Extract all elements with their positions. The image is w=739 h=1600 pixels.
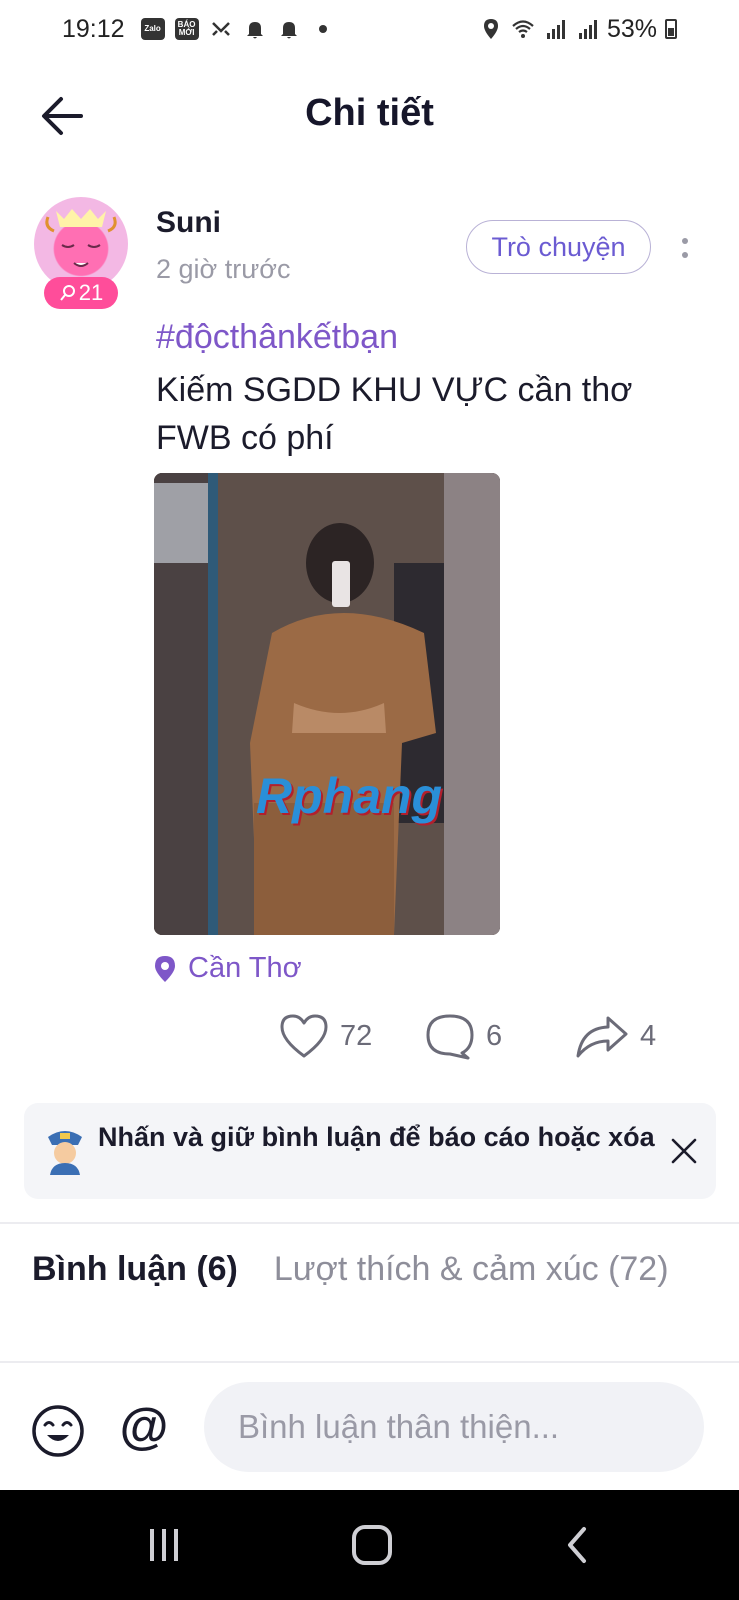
chat-button[interactable]: Trò chuyện <box>466 220 651 274</box>
recents-button[interactable] <box>134 1520 194 1570</box>
comment-bubble-icon <box>426 1014 474 1060</box>
post-text-line: Kiếm SGDD KHU VỰC cần thơ <box>156 371 633 409</box>
heart-icon <box>280 1014 328 1058</box>
baomoi-app-icon: BÁO MỚI <box>174 18 199 40</box>
dot-icon <box>318 25 327 33</box>
nav-back-button[interactable] <box>548 1520 608 1570</box>
missed-call-icon <box>211 22 230 36</box>
nav-back-icon <box>568 1527 586 1563</box>
location-tag[interactable]: Cần Thơ <box>154 952 302 985</box>
close-hint-button[interactable] <box>664 1131 704 1171</box>
status-left: 19:12 Zalo BÁO MỚI <box>62 15 335 44</box>
close-icon <box>671 1138 697 1164</box>
bell-icon <box>280 22 297 39</box>
divider <box>0 1361 739 1363</box>
recents-icon <box>150 1529 178 1561</box>
bell-icon <box>246 22 263 39</box>
hashtag-link[interactable]: #độcthânkếtbạn <box>156 318 398 357</box>
level-badge: 21 <box>44 277 118 309</box>
divider <box>0 1222 739 1224</box>
hint-text: Nhấn và giữ bình luận để báo cáo hoặc xó… <box>98 1122 655 1152</box>
more-options-button[interactable] <box>672 224 698 272</box>
post-photo <box>154 473 500 935</box>
zalo-app-icon: Zalo <box>140 18 165 40</box>
comment-button[interactable]: 6 <box>424 1010 502 1062</box>
page-title: Chi tiết <box>305 92 434 134</box>
wifi-icon <box>512 20 534 38</box>
system-nav-bar <box>0 1490 739 1600</box>
username[interactable]: Suni <box>156 206 221 240</box>
home-icon <box>352 1525 392 1565</box>
battery-percent: 53% <box>606 14 657 43</box>
tabs: Bình luận (6) Lượt thích & cảm xúc (72) <box>32 1250 669 1289</box>
status-time: 19:12 <box>62 14 125 43</box>
home-button[interactable] <box>342 1520 402 1570</box>
location-status-icon <box>483 19 498 39</box>
share-button[interactable]: 4 <box>574 1010 656 1062</box>
post-text-line: FWB có phí <box>156 419 334 457</box>
location-label: Cần Thơ <box>188 952 302 984</box>
header: Chi tiết <box>0 58 739 176</box>
more-vertical-icon <box>682 252 688 258</box>
post-timestamp: 2 giờ trước <box>156 254 291 284</box>
avatar[interactable]: 21 <box>34 197 128 309</box>
more-vertical-icon <box>682 238 688 244</box>
signal-icon <box>546 20 565 39</box>
police-icon <box>48 1131 82 1175</box>
search-person-icon <box>59 285 75 301</box>
status-bar: 19:12 Zalo BÁO MỚI 53% <box>0 0 739 58</box>
battery-icon <box>665 19 677 39</box>
share-count: 4 <box>640 1019 657 1052</box>
mention-button[interactable]: @ <box>114 1396 174 1456</box>
post-image[interactable]: Rphang <box>154 473 500 935</box>
report-hint-banner: Nhấn và giữ bình luận để báo cáo hoặc xó… <box>24 1103 716 1199</box>
image-watermark: Rphang <box>256 768 443 824</box>
share-arrow-icon <box>576 1016 628 1058</box>
emoji-icon <box>32 1405 84 1457</box>
level-badge-count: 21 <box>78 280 104 305</box>
like-button[interactable]: 72 <box>278 1010 372 1062</box>
tab-likes[interactable]: Lượt thích & cảm xúc (72) <box>274 1250 669 1289</box>
location-pin-icon <box>155 955 175 982</box>
comment-input[interactable] <box>204 1382 704 1472</box>
tab-comments[interactable]: Bình luận (6) <box>32 1250 238 1289</box>
emoji-button[interactable] <box>30 1403 86 1459</box>
status-right: 53% <box>479 15 677 44</box>
signal-icon <box>578 20 597 39</box>
post-text: Kiếm SGDD KHU VỰC cần thơ FWB có phí <box>156 366 716 462</box>
like-count: 72 <box>340 1019 373 1052</box>
comment-count: 6 <box>486 1019 503 1052</box>
